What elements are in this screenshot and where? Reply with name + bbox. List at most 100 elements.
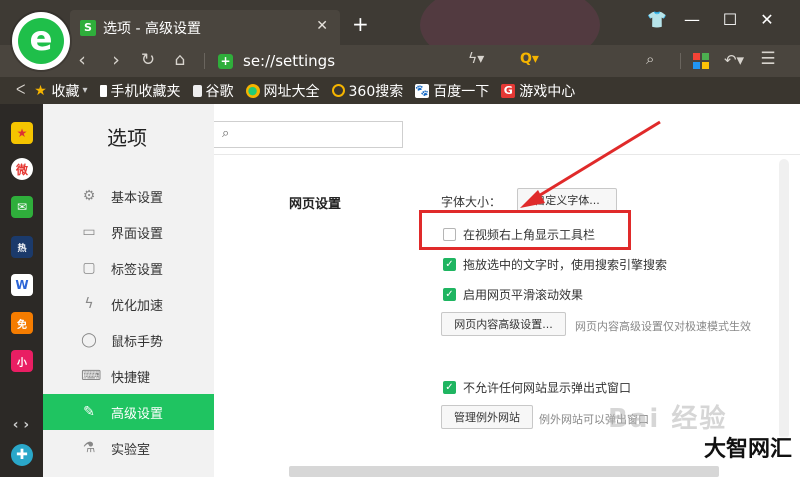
add-app-icon[interactable]: ✚ [11, 444, 33, 466]
bookmark-label: 网址大全 [263, 83, 320, 100]
nav-item-optimize[interactable]: ϟ 优化加速 [43, 286, 214, 322]
close-window-icon[interactable]: ✕ [755, 10, 779, 29]
highlight-box [419, 210, 631, 250]
strip-scroll-icon[interactable]: ‹ › [8, 414, 34, 436]
bookmark-google[interactable]: 谷歌 [192, 81, 234, 101]
favorites-app-icon[interactable]: ★ [11, 122, 33, 144]
speed-mode-icon[interactable]: ϟ▾ [468, 51, 484, 67]
baidu-icon: 🐾 [415, 83, 430, 98]
wrench-icon: ✎ [83, 404, 95, 420]
browser-logo[interactable]: e [12, 12, 70, 70]
nav-item-label: 优化加速 [111, 298, 164, 314]
news-app-icon[interactable]: 热 [11, 236, 33, 258]
tab-title: 选项 - 高级设置 [103, 20, 201, 37]
home-icon[interactable]: ⌂ [168, 50, 192, 70]
nav-item-lab[interactable]: ⚗ 实验室 [43, 430, 214, 466]
checkbox-checked[interactable]: ✓ [443, 381, 456, 394]
menu-icon[interactable]: ☰ [756, 49, 780, 69]
keyboard-icon: ⌨ [81, 368, 102, 384]
new-tab-button[interactable]: + [352, 12, 369, 36]
game-app-icon[interactable]: 小 [11, 350, 33, 372]
manage-exceptions-button[interactable]: 管理例外网站 [441, 405, 533, 429]
search-icon[interactable]: ⌕ [646, 50, 654, 68]
bookmark-label: 百度一下 [433, 83, 490, 100]
bookmark-mobile[interactable]: 手机收藏夹 [99, 81, 181, 101]
phone-icon [99, 84, 107, 97]
flask-icon: ⚗ [82, 440, 96, 456]
nav-item-advanced[interactable]: ✎ 高级设置 [43, 394, 214, 430]
settings-tab-icon: S [80, 19, 96, 36]
nav-item-label: 基本设置 [111, 190, 164, 206]
weibo-app-icon[interactable]: 微 [11, 158, 33, 180]
game-icon: G [501, 83, 516, 98]
apps-grid-icon[interactable] [693, 53, 709, 69]
nav-item-basic[interactable]: ⚙ 基本设置 [43, 178, 214, 214]
separator [204, 53, 205, 69]
bookmark-hao[interactable]: ● 网址大全 [245, 81, 320, 101]
settings-search[interactable]: ⌕ [214, 121, 403, 148]
tab-close-icon[interactable]: ✕ [316, 18, 328, 34]
secure-shield-icon: + [218, 53, 233, 69]
maximize-icon[interactable]: ☐ [718, 10, 742, 29]
navigation-bar: ‹ › ↻ ⌂ + se://settings ϟ▾ Q▾ ⌕ ↶▾ ☰ [0, 45, 800, 77]
nav-item-label: 界面设置 [111, 226, 164, 242]
page-icon [192, 84, 202, 97]
logo-letter: e [18, 18, 64, 64]
bookmark-favorites[interactable]: ★ 收藏 ▾ [33, 81, 87, 101]
vertical-scrollbar[interactable] [779, 159, 789, 439]
advanced-content-desc: 网页内容高级设置仅对极速模式生效 [575, 320, 751, 333]
nav-item-label: 高级设置 [111, 406, 164, 422]
settings-sidebar: 选项 ⚙ 基本设置 ▭ 界面设置 ▢ 标签设置 ϟ 优化加速 ◯ 鼠标手势 ⌨ … [43, 104, 214, 477]
bookmark-label: 360搜索 [348, 83, 404, 100]
option-label: 不允许任何网站显示弹出式窗口 [463, 381, 632, 395]
globe-icon: ● [245, 83, 260, 98]
advanced-content-button[interactable]: 网页内容高级设置... [441, 312, 566, 336]
option-drag-search[interactable]: ✓ 拖放选中的文字时，使用搜索引擎搜索 [443, 256, 667, 273]
font-size-label: 字体大小： [441, 195, 502, 209]
bookmark-baidu[interactable]: 🐾 百度一下 [415, 81, 489, 101]
search-engine-icon[interactable]: Q▾ [520, 51, 539, 67]
checkbox-checked[interactable]: ✓ [443, 288, 456, 301]
option-smooth-scroll[interactable]: ✓ 启用网页平滑滚动效果 [443, 286, 583, 303]
nav-item-mouse-gestures[interactable]: ◯ 鼠标手势 [43, 322, 214, 358]
horizontal-scrollbar[interactable] [289, 466, 719, 477]
search-icon: ⌕ [222, 126, 230, 141]
option-label: 拖放选中的文字时，使用搜索引擎搜索 [463, 258, 668, 272]
mail-app-icon[interactable]: ✉ [11, 196, 33, 218]
bookmarks-collapse-icon[interactable]: ᐸ [16, 83, 25, 98]
nav-item-tabs[interactable]: ▢ 标签设置 [43, 250, 214, 286]
novel-app-icon[interactable]: 免 [11, 312, 33, 334]
address-text: se://settings [243, 52, 336, 70]
undo-icon[interactable]: ↶▾ [722, 51, 746, 69]
page-title: 选项 [107, 126, 147, 150]
settings-search-input[interactable] [240, 125, 396, 145]
nav-item-shortcuts[interactable]: ⌨ 快捷键 [43, 358, 214, 394]
bookmark-label: 手机收藏夹 [110, 83, 181, 100]
site-watermark: 大智网汇 [703, 437, 792, 462]
checkbox-checked[interactable]: ✓ [443, 258, 456, 271]
nav-item-label: 实验室 [111, 442, 151, 458]
bookmark-label: 谷歌 [205, 83, 234, 100]
refresh-icon[interactable]: ↻ [136, 50, 160, 70]
gear-icon: ⚙ [82, 188, 96, 204]
tab-icon: ▢ [82, 260, 96, 276]
forward-icon[interactable]: › [104, 49, 128, 71]
search-360-icon [331, 84, 345, 97]
doc-app-icon[interactable]: W [11, 274, 33, 296]
bookmark-label: 游戏中心 [519, 83, 576, 100]
nav-item-label: 快捷键 [111, 370, 151, 386]
custom-font-button[interactable]: 自定义字体... [517, 188, 617, 212]
bookmark-360search[interactable]: 360搜索 [331, 81, 404, 101]
skin-shirt-icon[interactable]: 👕 [645, 10, 669, 29]
bookmarks-bar: ᐸ ★ 收藏 ▾ 手机收藏夹 谷歌 ● 网址大全 360搜索 🐾 百度一下 G … [0, 77, 800, 104]
nav-item-interface[interactable]: ▭ 界面设置 [43, 214, 214, 250]
baidu-watermark: Bai 经验 [608, 404, 728, 434]
back-icon[interactable]: ‹ [70, 49, 94, 71]
window-icon: ▭ [82, 224, 96, 240]
minimize-icon[interactable]: — [680, 10, 704, 29]
bookmark-games[interactable]: G 游戏中心 [501, 81, 575, 101]
active-tab[interactable]: S 选项 - 高级设置 ✕ [70, 10, 340, 45]
divider [214, 154, 800, 155]
address-bar[interactable]: + se://settings ϟ▾ Q▾ ⌕ [218, 49, 678, 73]
option-block-popups[interactable]: ✓ 不允许任何网站显示弹出式窗口 [443, 379, 631, 396]
